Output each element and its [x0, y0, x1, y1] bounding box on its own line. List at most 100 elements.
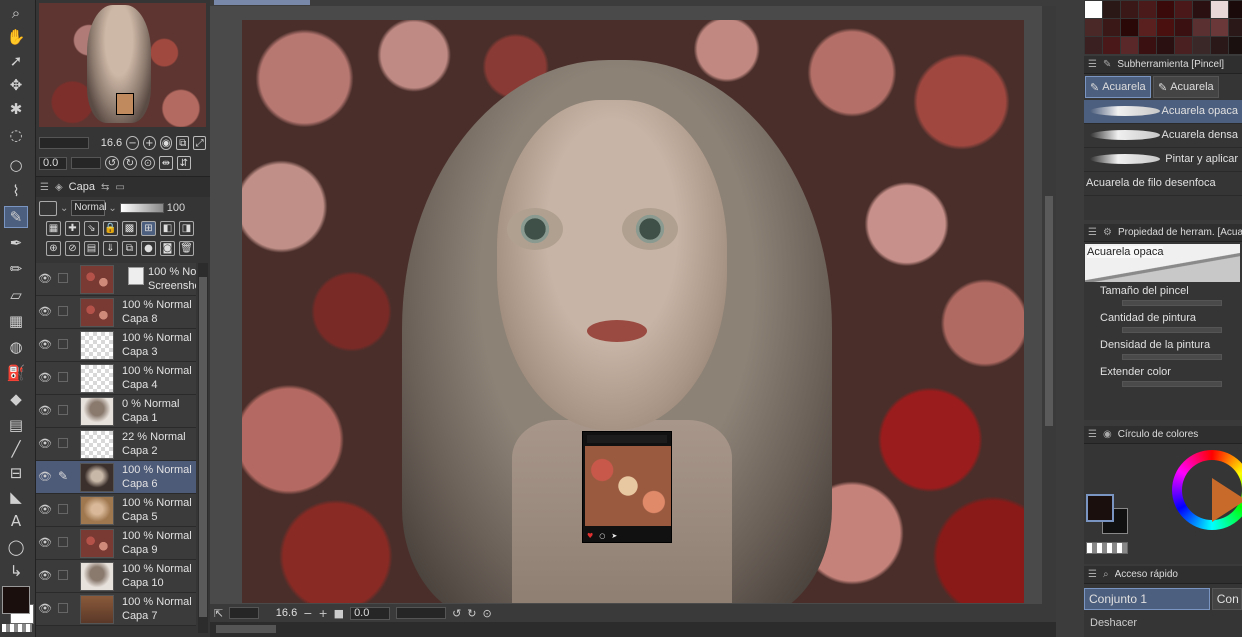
- layer-color-icon[interactable]: [39, 200, 57, 216]
- reference-layer-icon[interactable]: ▦: [46, 221, 61, 236]
- menu-icon[interactable]: ☰: [40, 182, 49, 193]
- color-swatch[interactable]: [1175, 19, 1192, 36]
- frame-tool-icon[interactable]: ⊟: [4, 462, 28, 484]
- visibility-eye-icon[interactable]: 👁: [38, 338, 52, 352]
- visibility-eye-icon[interactable]: 👁: [38, 503, 52, 517]
- color-swatch[interactable]: [1211, 1, 1228, 18]
- hue-wheel[interactable]: [1172, 450, 1242, 530]
- new-folder-icon[interactable]: ▤: [84, 241, 99, 256]
- pencil-tool-icon[interactable]: ✏: [4, 258, 28, 280]
- color-swatch[interactable]: [1157, 19, 1174, 36]
- vertical-scroll-thumb[interactable]: [1045, 196, 1053, 426]
- layer-row[interactable]: 👁 ✎ 100 % Normal Capa 6: [36, 461, 196, 494]
- chevron-down-icon[interactable]: ⌄: [108, 203, 116, 214]
- color-swatch[interactable]: [1085, 1, 1102, 18]
- layer-row[interactable]: 👁 100 % Normal Capa 9: [36, 527, 196, 560]
- mask-icon[interactable]: ◧: [160, 221, 175, 236]
- canvas-horizontal-scrollbar[interactable]: [210, 622, 1056, 637]
- layer-row[interactable]: 👁 0 % Normal Capa 1: [36, 395, 196, 428]
- transparent-color-chip[interactable]: [2, 624, 32, 632]
- transfer-layer-icon[interactable]: ⇓: [103, 241, 118, 256]
- color-swatch[interactable]: [1193, 1, 1210, 18]
- main-color-swatch[interactable]: [1086, 494, 1114, 522]
- saturation-triangle[interactable]: [1212, 478, 1242, 522]
- color-swatch[interactable]: [1121, 37, 1138, 54]
- color-swatch[interactable]: [1121, 1, 1138, 18]
- menu-icon[interactable]: ☰: [1088, 227, 1097, 238]
- canvas-zoom-value[interactable]: 16.6: [265, 607, 297, 619]
- line-tool-icon[interactable]: ╱: [4, 438, 28, 460]
- canvas-vertical-scrollbar[interactable]: [1042, 6, 1056, 604]
- artwork-canvas[interactable]: ♥ ○ ➤: [242, 20, 1024, 603]
- layer-scrollbar-thumb[interactable]: [199, 277, 207, 617]
- layer-lock-checkbox[interactable]: [58, 273, 68, 283]
- menu-icon[interactable]: ☰: [1088, 569, 1097, 580]
- decoration-tool-icon[interactable]: ▦: [4, 310, 28, 332]
- layer-lock-checkbox[interactable]: [58, 504, 68, 514]
- color-swatch[interactable]: [1157, 1, 1174, 18]
- zoom-slider[interactable]: [39, 137, 90, 149]
- brush-item[interactable]: Acuarela opaca: [1084, 100, 1242, 124]
- rotation-value[interactable]: 0.0: [39, 156, 67, 170]
- canvas-rotation-value[interactable]: 0.0: [350, 606, 391, 620]
- visibility-eye-icon[interactable]: 👁: [38, 371, 52, 385]
- fill-tool-icon[interactable]: ◆: [4, 388, 28, 410]
- eraser-tool-icon[interactable]: ▱: [4, 284, 28, 306]
- color-swatch[interactable]: [1175, 1, 1192, 18]
- operation-tool-icon[interactable]: ➚: [4, 50, 28, 72]
- flip-horizontal-icon[interactable]: ⇹: [159, 156, 173, 170]
- transparent-color-chip[interactable]: [1086, 542, 1128, 554]
- combine-layer-icon[interactable]: ⧉: [122, 241, 137, 256]
- flip-vertical-icon[interactable]: ⇵: [177, 156, 191, 170]
- set-1-tab[interactable]: Conjunto 1: [1084, 588, 1210, 610]
- zoom-out-icon[interactable]: −: [303, 607, 312, 620]
- layer-lock-checkbox[interactable]: [58, 405, 68, 415]
- visibility-eye-icon[interactable]: 👁: [38, 272, 52, 286]
- layer-row[interactable]: 👁 22 % Normal Capa 2: [36, 428, 196, 461]
- rotate-left-icon[interactable]: ↺: [452, 607, 461, 620]
- hand-tool-icon[interactable]: ✋: [4, 26, 28, 48]
- layer-lock-checkbox[interactable]: [58, 570, 68, 580]
- brush-item[interactable]: Pintar y aplicar: [1084, 148, 1242, 172]
- opacity-slider[interactable]: [119, 203, 164, 213]
- layer-lock-checkbox[interactable]: [58, 537, 68, 547]
- zoom-value[interactable]: 16.6: [93, 137, 122, 149]
- rotate-left-icon[interactable]: ↺: [105, 156, 119, 170]
- layer-lock-checkbox[interactable]: [58, 339, 68, 349]
- ellipse-select-icon[interactable]: ○: [4, 154, 28, 176]
- delete-layer-icon[interactable]: 🗑: [179, 241, 194, 256]
- color-swatch[interactable]: [1139, 1, 1156, 18]
- lock-transparent-icon[interactable]: ▩: [122, 221, 137, 236]
- tab-watercolor[interactable]: ✎ Acuarela: [1085, 76, 1151, 98]
- move-tool-icon[interactable]: ✥: [4, 74, 28, 96]
- main-color-swatch[interactable]: [2, 586, 30, 614]
- color-swatch[interactable]: [1103, 19, 1120, 36]
- visibility-eye-icon[interactable]: 👁: [38, 569, 52, 583]
- gradient-tool-icon[interactable]: ▤: [4, 414, 28, 436]
- new-vector-layer-icon[interactable]: ⊘: [65, 241, 80, 256]
- color-swatch[interactable]: [1139, 37, 1156, 54]
- layer-row[interactable]: 👁 100 % Normal Screenshot: [36, 263, 196, 296]
- layer-color-toggle-icon[interactable]: ◨: [179, 221, 194, 236]
- color-swatch[interactable]: [1121, 19, 1138, 36]
- menu-icon[interactable]: ☰: [1088, 429, 1097, 440]
- brush-item[interactable]: Acuarela densa: [1084, 124, 1242, 148]
- property-slider[interactable]: [1122, 300, 1222, 306]
- layer-row[interactable]: 👁 100 % Normal Capa 7: [36, 593, 196, 626]
- fit-icon[interactable]: ◉: [159, 136, 173, 150]
- blend-mode-select[interactable]: Normal: [71, 200, 107, 216]
- brush-tool-icon[interactable]: ✎: [4, 206, 28, 228]
- blend-tool-icon[interactable]: ◍: [4, 336, 28, 358]
- layer-row[interactable]: 👁 100 % Normal Capa 3: [36, 329, 196, 362]
- airbrush-icon[interactable]: ⛽: [4, 362, 28, 384]
- layer-lock-checkbox[interactable]: [58, 438, 68, 448]
- apply-mask-icon[interactable]: ◙: [160, 241, 175, 256]
- stop-icon[interactable]: ■: [334, 607, 344, 620]
- layer-row[interactable]: 👁 100 % Normal Capa 10: [36, 560, 196, 593]
- color-swatch[interactable]: [1103, 37, 1120, 54]
- zoom-tool-icon[interactable]: ⌕: [4, 2, 28, 24]
- color-swatch[interactable]: [1229, 19, 1242, 36]
- tab-layer[interactable]: Capa: [69, 181, 95, 193]
- visibility-eye-icon[interactable]: 👁: [38, 602, 52, 616]
- visibility-eye-icon[interactable]: 👁: [38, 404, 52, 418]
